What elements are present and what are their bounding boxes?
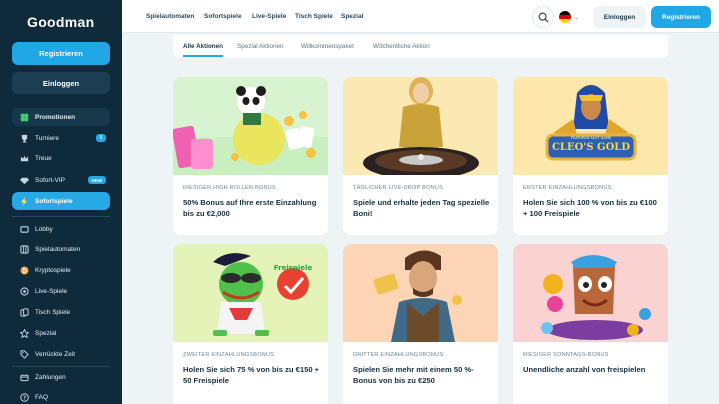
promo-kicker: RIESIGER HIGH ROLLER BONUS xyxy=(183,185,276,191)
sidebar-item-label: Promotionen xyxy=(35,113,76,121)
promo-card[interactable]: Freispiele ZWEITER EINZAHLUNGSBONUS Hole… xyxy=(173,244,328,404)
sidebar-item-zahlungen[interactable]: Zahlungen xyxy=(12,368,110,386)
sidebar-item-live-spiele[interactable]: Live-Spiele xyxy=(12,282,110,300)
header-link-live-spiele[interactable]: Live-Spiele xyxy=(252,13,286,20)
promo-kicker: ERSTER EINZAHLUNGSBONUS xyxy=(523,185,612,191)
live-dealer-illustration xyxy=(343,77,498,175)
header-register-button[interactable]: Registrieren xyxy=(651,6,711,28)
tab-willkommenspaket[interactable]: Willkommenspaket xyxy=(301,43,354,50)
header-login-button[interactable]: Einloggen xyxy=(593,6,646,28)
sidebar-item-spezial[interactable]: Spezial xyxy=(12,324,110,342)
sidebar-item-label: Live-Spiele xyxy=(35,287,68,295)
search-icon xyxy=(538,12,549,23)
sidebar-item-turniere[interactable]: Turniere 6 xyxy=(12,129,110,147)
tournament-count-badge: 6 xyxy=(96,134,106,142)
sidebar-item-sofortspiele[interactable]: Sofortspiele xyxy=(12,192,110,210)
chevron-down-icon: ⌄ xyxy=(574,14,580,21)
frog-illustration: Freispiele xyxy=(173,244,328,342)
tag-icon xyxy=(19,349,29,359)
promo-title: Holen Sie sich 100 % von bis zu €100 + 1… xyxy=(523,198,657,218)
sidebar-item-label: Verrückte Zeit xyxy=(35,350,76,358)
sidebar-item-sofort-vip[interactable]: Sofort-VIP NEW xyxy=(12,171,110,189)
goodman-logo[interactable]: Goodman xyxy=(27,14,94,30)
cards-icon xyxy=(19,307,29,317)
cleos-gold-illustration: CLEO'S GOLD FEATURED SLOT GAME xyxy=(513,77,668,175)
sidebar-item-label: Sofortspiele xyxy=(35,197,73,205)
promo-card[interactable]: RIESIGER HIGH ROLLER BONUS 50% Bonus auf… xyxy=(173,77,328,235)
svg-text:₿: ₿ xyxy=(22,267,27,274)
sidebar-item-tisch-spiele[interactable]: Tisch Spiele xyxy=(12,303,110,321)
sidebar-item-treue[interactable]: Treue xyxy=(12,149,110,167)
promo-kicker: DRITTER EINZAHLUNGSBONUS xyxy=(353,352,444,358)
bitcoin-icon: ₿ xyxy=(19,265,29,275)
language-selector[interactable]: ⌄ xyxy=(559,6,587,28)
header-link-spielautomaten[interactable]: Spielautomaten xyxy=(146,13,194,20)
featured-slot-label: FEATURED SLOT GAME xyxy=(571,136,611,140)
promo-kicker: ZWEITER EINZAHLUNGSBONUS xyxy=(183,352,275,358)
sidebar: Goodman Registrieren Einloggen Promotion… xyxy=(0,0,122,404)
diamond-icon xyxy=(19,175,29,185)
header-link-tisch-spiele[interactable]: Tisch Spiele xyxy=(295,13,333,20)
active-tab-indicator xyxy=(183,55,223,57)
tab-alle-aktionen[interactable]: Alle Aktionen xyxy=(183,43,223,50)
top-header: Spielautomaten Sofortspiele Live-Spiele … xyxy=(122,0,719,33)
svg-text:?: ? xyxy=(22,395,25,401)
sidebar-item-label: Sofort-VIP xyxy=(35,176,65,184)
slot-icon xyxy=(19,244,29,254)
tab-spezial-aktionen[interactable]: Spezial Aktionen xyxy=(237,43,284,50)
sidebar-login-button[interactable]: Einloggen xyxy=(12,72,110,94)
sidebar-item-label: Spezial xyxy=(35,329,57,337)
promo-kicker: TÄGLICHER LIVE-DROP BONUS xyxy=(353,185,444,191)
sidebar-item-promotionen[interactable]: Promotionen xyxy=(12,108,110,126)
promo-title: Spielen Sie mehr mit einem 50 %-Bonus vo… xyxy=(353,365,474,385)
sidebar-item-label: Zahlungen xyxy=(35,373,66,381)
tab-woechentliche-aktion[interactable]: Wöchentliche Aktion xyxy=(373,43,430,50)
lobby-icon xyxy=(19,224,29,234)
help-icon: ? xyxy=(19,392,29,402)
promo-kicker: RIESIGER SONNTAGS-BONUS xyxy=(523,352,609,358)
promo-title: Unendliche anzahl von freispielen xyxy=(523,365,646,374)
promo-title: Spiele und erhalte jeden Tag spezielle B… xyxy=(353,198,490,218)
sidebar-item-label: Treue xyxy=(35,154,52,162)
promo-card[interactable]: DRITTER EINZAHLUNGSBONUS Spielen Sie meh… xyxy=(343,244,498,404)
wallet-icon xyxy=(19,372,29,382)
promo-title: Holen Sie sich 75 % von bis zu €150 + 50… xyxy=(183,365,320,385)
freispiele-sign-text: Freispiele xyxy=(274,264,313,272)
cleos-gold-label: CLEO'S GOLD xyxy=(552,142,630,153)
sidebar-item-label: Spielautomaten xyxy=(35,245,81,253)
search-button[interactable] xyxy=(532,6,554,28)
sidebar-item-label: Turniere xyxy=(35,134,59,142)
star-icon xyxy=(19,328,29,338)
lightning-icon xyxy=(19,196,29,206)
new-badge: NEW xyxy=(87,176,106,184)
sidebar-divider xyxy=(12,216,110,217)
sidebar-item-label: Kryptospiele xyxy=(35,266,71,274)
sidebar-item-kryptospiele[interactable]: ₿ Kryptospiele xyxy=(12,261,110,279)
sidebar-item-verrueckte-zeit[interactable]: Verrückte Zeit xyxy=(12,345,110,363)
sidebar-item-label: Tisch Spiele xyxy=(35,308,71,316)
sidebar-item-lobby[interactable]: Lobby xyxy=(12,220,110,238)
promo-card[interactable]: CLEO'S GOLD FEATURED SLOT GAME ERSTER EI… xyxy=(513,77,668,235)
crown-icon xyxy=(19,153,29,163)
live-icon xyxy=(19,286,29,296)
promo-title: 50% Bonus auf Ihre erste Einzahlung bis … xyxy=(183,198,317,218)
promotion-tabs: Alle Aktionen Spezial Aktionen Willkomme… xyxy=(173,35,668,58)
explorer-illustration xyxy=(343,244,498,342)
tiki-character-illustration xyxy=(513,244,668,342)
trophy-icon xyxy=(19,133,29,143)
header-link-sofortspiele[interactable]: Sofortspiele xyxy=(204,13,242,20)
sidebar-item-faq[interactable]: ? FAQ xyxy=(12,388,110,404)
promo-card[interactable]: RIESIGER SONNTAGS-BONUS Unendliche anzah… xyxy=(513,244,668,404)
german-flag-icon xyxy=(559,11,571,23)
sidebar-register-button[interactable]: Registrieren xyxy=(12,42,110,65)
panda-slot-illustration xyxy=(173,77,328,175)
sidebar-item-label: Lobby xyxy=(35,225,53,233)
sidebar-item-spielautomaten[interactable]: Spielautomaten xyxy=(12,240,110,258)
promo-card[interactable]: TÄGLICHER LIVE-DROP BONUS Spiele und erh… xyxy=(343,77,498,235)
header-link-spezial[interactable]: Spezial xyxy=(341,13,363,20)
clover-icon xyxy=(19,112,29,122)
sidebar-item-label: FAQ xyxy=(35,393,49,401)
sidebar-divider xyxy=(12,366,110,367)
